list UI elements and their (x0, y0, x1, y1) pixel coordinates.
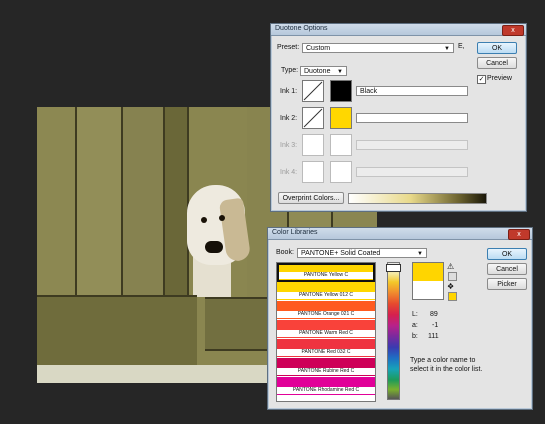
color-name: PANTONE Rhodamine Red C (277, 387, 375, 394)
a-label: a: (412, 322, 418, 329)
preset-value: Custom (306, 45, 331, 52)
color-list[interactable]: PANTONE Yellow C PANTONE Yellow 012 C PA… (276, 262, 376, 402)
type-label: Type: (281, 67, 299, 74)
a-value: -1 (432, 322, 439, 329)
chevron-down-icon: ▼ (444, 46, 450, 52)
color-name: PANTONE Orange 021 C (277, 311, 375, 318)
ink-1-name-field[interactable]: Black (356, 86, 468, 96)
gamut-swatch[interactable] (448, 272, 457, 281)
b-value: 111 (428, 333, 439, 340)
ink-2-color-swatch[interactable] (330, 107, 352, 129)
ink-1-color-swatch[interactable] (330, 80, 352, 102)
preview-checkbox[interactable]: ✓ (477, 75, 486, 84)
web-safe-swatch[interactable] (448, 292, 457, 301)
dog-eye (219, 215, 225, 221)
ink-4-curve-button (302, 161, 324, 183)
list-item[interactable]: PANTONE Warm Red C (277, 320, 375, 339)
list-item[interactable]: PANTONE Red 032 C (277, 339, 375, 358)
ink-3-name-field (356, 140, 468, 150)
new-color-swatch (413, 263, 443, 281)
ink-4-color-swatch (330, 161, 352, 183)
out-of-gamut-warning-icon[interactable]: ⚠ (447, 262, 454, 271)
preset-label: Preset: (277, 44, 300, 51)
l-value: 89 (430, 311, 438, 318)
ok-button[interactable]: OK (487, 248, 527, 260)
close-button[interactable]: x (502, 25, 524, 36)
preset-select[interactable]: Custom ▼ (302, 43, 454, 53)
spectrum-slider-thumb[interactable] (386, 264, 401, 272)
chevron-down-icon: ▼ (337, 69, 343, 75)
ok-button[interactable]: OK (477, 42, 517, 54)
list-item[interactable]: PANTONE Yellow 012 C (277, 282, 375, 301)
fence-plank (123, 107, 165, 297)
list-item[interactable]: PANTONE Rubine Red C (277, 358, 375, 377)
book-label: Book: (276, 249, 294, 256)
type-select[interactable]: Duotone ▼ (300, 66, 347, 76)
overprint-colors-button[interactable]: Overprint Colors... (278, 192, 344, 204)
fence-plank (165, 107, 189, 297)
chevron-down-icon: ▼ (417, 251, 423, 257)
close-button[interactable]: x (508, 229, 530, 240)
dog-eye (201, 217, 207, 223)
ink-2-curve-button[interactable] (302, 107, 324, 129)
list-item[interactable]: PANTONE Yellow C (277, 263, 375, 282)
color-name: PANTONE Yellow 012 C (277, 292, 375, 299)
hint-text: Type a color name to select it in the co… (410, 357, 483, 373)
ink-3-curve-button (302, 134, 324, 156)
ink-1-label: Ink 1: (280, 88, 298, 95)
book-value: PANTONE+ Solid Coated (301, 250, 381, 257)
list-item[interactable]: PANTONE Orange 021 C (277, 301, 375, 320)
fence-plank (77, 107, 123, 297)
cancel-button[interactable]: Cancel (487, 263, 527, 275)
fence-bottom-board (37, 295, 197, 369)
ink-3-label: Ink 3: (280, 142, 298, 149)
color-preview (412, 262, 444, 300)
curve-icon (303, 81, 323, 101)
color-name: PANTONE Warm Red C (277, 330, 375, 337)
dog-nose (205, 241, 223, 253)
color-name: PANTONE Yellow C (279, 272, 373, 279)
ink-4-label: Ink 4: (280, 169, 298, 176)
duotone-gradient-bar (348, 193, 487, 204)
dialog-title: Duotone Options (275, 25, 328, 32)
web-safe-cube-icon[interactable]: ❖ (447, 282, 454, 291)
ink-2-label: Ink 2: (280, 115, 298, 122)
picker-button[interactable]: Picker (487, 278, 527, 290)
preset-menu-icon[interactable]: E, (458, 43, 465, 50)
ink-4-name-field (356, 167, 468, 177)
color-name: PANTONE Red 032 C (277, 349, 375, 356)
cancel-button[interactable]: Cancel (477, 57, 517, 69)
titlebar: Color Libraries x (268, 228, 532, 240)
color-spectrum-slider[interactable] (387, 262, 400, 400)
titlebar: Duotone Options x (271, 24, 526, 36)
l-label: L: (412, 311, 418, 318)
curve-icon (303, 108, 323, 128)
list-item[interactable]: PANTONE Rhodamine Red C (277, 377, 375, 396)
preview-label: Preview (487, 75, 512, 82)
color-name: PANTONE Rubine Red C (277, 368, 375, 375)
fence-plank (37, 107, 77, 297)
dialog-title: Color Libraries (272, 229, 318, 236)
original-color-swatch (413, 281, 443, 299)
type-value: Duotone (304, 68, 331, 75)
ink-3-color-swatch (330, 134, 352, 156)
b-label: b: (412, 333, 418, 340)
ink-2-name-field[interactable] (356, 113, 468, 123)
book-select[interactable]: PANTONE+ Solid Coated ▼ (297, 248, 427, 258)
ink-1-curve-button[interactable] (302, 80, 324, 102)
